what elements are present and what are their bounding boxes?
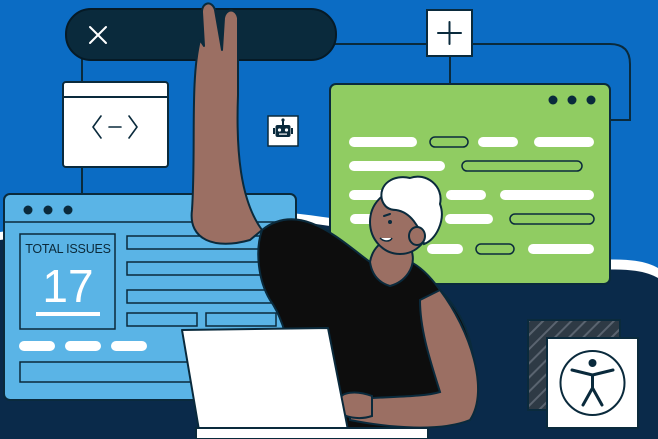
robot-button[interactable] [267,115,299,147]
total-issues-label: TOTAL ISSUES [25,242,111,256]
illustration-scene: TOTAL ISSUES 17 [0,0,658,439]
blue-window-pills [19,341,147,351]
add-button[interactable] [426,9,473,57]
code-window [62,81,169,168]
total-issues-count: 17 [42,260,94,312]
ear [408,226,426,246]
accessibility-button[interactable] [546,337,639,429]
scene-svg [0,0,658,439]
